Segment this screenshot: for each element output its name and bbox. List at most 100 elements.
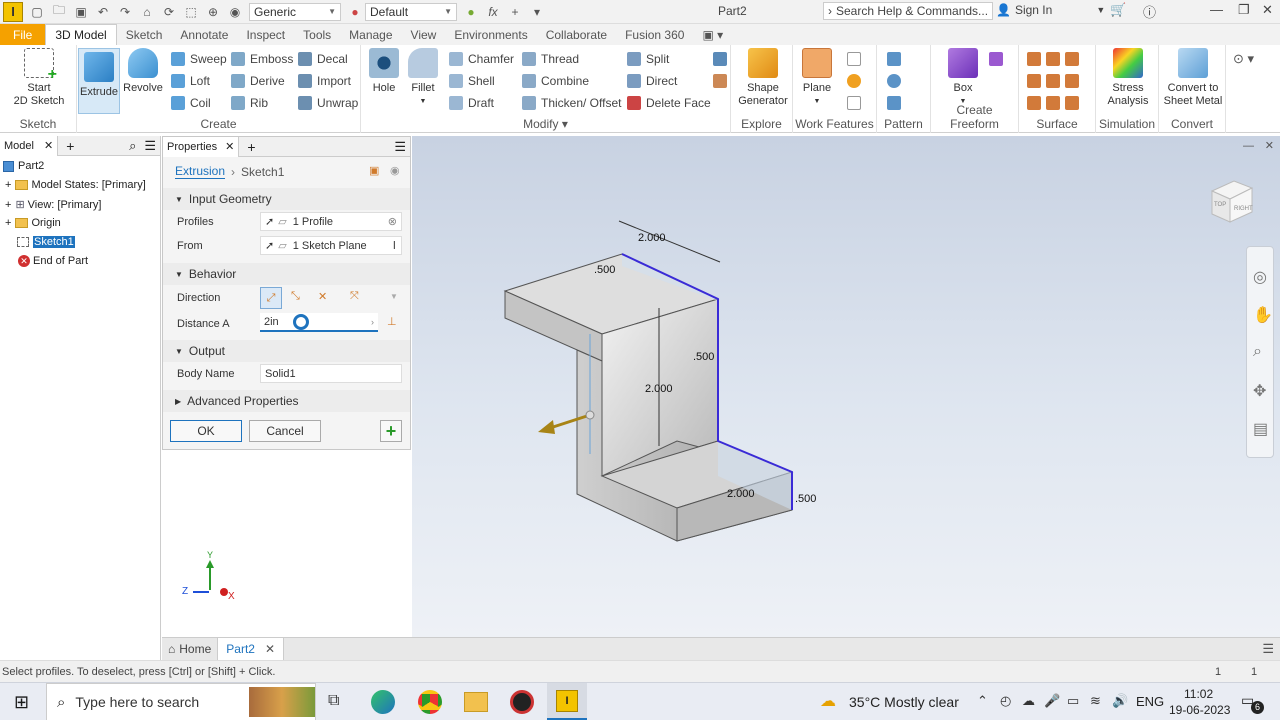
expand-icon[interactable]: + — [5, 199, 11, 211]
direction-symmetric-icon[interactable]: ✕ — [318, 290, 327, 303]
chamfer-button[interactable]: Chamfer — [449, 52, 514, 66]
tab-collaborate[interactable]: Collaborate — [537, 24, 616, 45]
tray-icon-1[interactable]: ◴ — [1000, 693, 1011, 709]
cart-icon[interactable]: 🛒 — [1110, 2, 1126, 18]
dim-top-width[interactable]: 2.000 — [638, 232, 666, 244]
tree-item-view[interactable]: + ⊞ View: [Primary] — [5, 198, 101, 212]
weather-icon[interactable]: ☁ — [820, 691, 836, 711]
apply-add-button[interactable]: + — [380, 420, 402, 442]
axis-button[interactable] — [847, 52, 866, 66]
clear-profiles-icon[interactable]: ⊗ — [388, 215, 397, 228]
shell-button[interactable]: Shell — [449, 74, 495, 88]
tree-item-origin[interactable]: + Origin — [5, 217, 61, 229]
preset-icon[interactable]: ▣ — [369, 164, 379, 177]
modify-extra-2-icon[interactable] — [713, 74, 732, 88]
redo-icon[interactable]: ↷ — [117, 4, 133, 20]
combine-button[interactable]: Combine — [522, 74, 589, 88]
profiles-selector[interactable]: ➚ ▱ 1 Profile ⊗ — [260, 212, 402, 231]
close-doc-tab-icon[interactable]: ✕ — [265, 642, 275, 656]
direction-flipped-icon[interactable]: ⤡ — [291, 290, 300, 303]
dim-bottom-thickness[interactable]: .500 — [795, 493, 816, 505]
hole-button[interactable]: Hole — [367, 48, 401, 95]
ucs-button[interactable] — [847, 96, 866, 110]
update-icon[interactable]: ⟳ — [161, 4, 177, 20]
unwrap-button[interactable]: Unwrap — [298, 96, 358, 110]
tab-3d-model[interactable]: 3D Model — [45, 24, 117, 45]
dim-top-thickness[interactable]: .500 — [594, 264, 615, 276]
tree-item-end-of-part[interactable]: ✕ End of Part — [18, 255, 88, 267]
inventor-taskbar-button[interactable]: I — [547, 683, 587, 720]
add-icon[interactable]: + — [507, 4, 523, 20]
steering-wheel-icon[interactable]: ◎ — [1253, 267, 1267, 287]
delete-face-button[interactable]: Delete Face — [627, 96, 711, 110]
extrude-button[interactable]: Extrude — [78, 48, 120, 114]
doc-tabs-menu-icon[interactable]: ☰ — [1262, 638, 1274, 660]
ribbon-options-icon[interactable]: ▣ ▾ — [693, 24, 732, 45]
dim-web-thickness[interactable]: .500 — [693, 351, 714, 363]
thread-button[interactable]: Thread — [522, 52, 579, 66]
properties-menu-icon[interactable]: ☰ — [394, 139, 406, 155]
close-window-icon[interactable]: ✕ — [1262, 2, 1273, 18]
obs-studio-icon[interactable] — [510, 690, 534, 714]
expand-icon[interactable]: + — [5, 179, 11, 191]
edge-browser-icon[interactable] — [371, 690, 395, 714]
section-input-geometry[interactable]: ▼ Input Geometry — [163, 188, 410, 210]
measure-icon[interactable]: ⊕ — [205, 4, 221, 20]
start-2d-sketch-button[interactable]: + Start 2D Sketch — [10, 48, 68, 108]
file-explorer-icon[interactable] — [464, 692, 488, 712]
split-button[interactable]: Split — [627, 52, 669, 66]
home-icon[interactable]: ⌂ — [139, 4, 155, 20]
look-at-icon[interactable]: ▤ — [1253, 419, 1268, 439]
close-browser-icon[interactable]: ✕ — [44, 139, 53, 152]
tab-environments[interactable]: Environments — [445, 24, 536, 45]
import-button[interactable]: Import — [298, 74, 351, 88]
expand-icon[interactable]: + — [5, 217, 11, 229]
ok-button[interactable]: OK — [170, 420, 242, 442]
cancel-button[interactable]: Cancel — [249, 420, 321, 442]
language-indicator[interactable]: ENG — [1136, 694, 1164, 709]
modify-extra-1-icon[interactable] — [713, 52, 732, 66]
part2-doc-tab[interactable]: Part2 ✕ — [217, 638, 285, 660]
open-folder-icon[interactable]: 🗀 — [51, 3, 67, 20]
viewcube-right-face[interactable]: RIGHT — [1234, 206, 1253, 212]
distance-a-input[interactable]: 2in › — [260, 313, 378, 332]
freeform-extra-icon[interactable] — [989, 52, 1008, 66]
tab-tools[interactable]: Tools — [294, 24, 340, 45]
viewcube-top-face[interactable]: TOP — [1214, 202, 1226, 208]
point-button[interactable] — [847, 74, 866, 88]
shape-generator-button[interactable]: Shape Generator — [735, 48, 791, 108]
properties-tab[interactable]: Properties ✕ — [163, 136, 240, 157]
tray-chevron-icon[interactable]: ⌃ — [977, 693, 988, 709]
battery-icon[interactable]: ▭ — [1067, 693, 1079, 709]
dim-bottom-width[interactable]: 2.000 — [727, 488, 755, 500]
inventor-logo-icon[interactable]: I — [3, 1, 23, 22]
circular-pattern-button[interactable] — [887, 74, 906, 88]
tree-item-model-states[interactable]: + Model States: [Primary] — [5, 179, 146, 191]
fillet-button[interactable]: Fillet ▼ — [405, 48, 441, 108]
browser-menu-icon[interactable]: ☰ — [144, 138, 156, 154]
loft-button[interactable]: Loft — [171, 74, 210, 88]
stress-analysis-button[interactable]: Stress Analysis — [1100, 48, 1156, 108]
task-view-icon[interactable]: ⧉ — [328, 692, 339, 710]
tree-item-sketch1[interactable]: Sketch1 — [17, 236, 75, 248]
body-name-input[interactable]: Solid1 — [260, 364, 402, 383]
home-tab[interactable]: ⌂ Home — [162, 638, 217, 660]
sign-in-button[interactable]: 👤 Sign In ▼ — [996, 3, 1105, 17]
material-ball-icon[interactable]: ◉ — [227, 4, 243, 20]
appearance-dropdown[interactable]: Default ▼ — [365, 2, 457, 21]
panel-label-modify[interactable]: Modify ▾ — [361, 117, 730, 131]
undo-icon[interactable]: ↶ — [95, 4, 111, 20]
viewport-close-icon[interactable]: ✕ — [1265, 139, 1274, 152]
surface-btn-3[interactable] — [1027, 96, 1084, 110]
direct-button[interactable]: Direct — [627, 74, 677, 88]
section-output[interactable]: ▼ Output — [163, 340, 410, 362]
viewport-minimize-icon[interactable]: — — [1243, 140, 1254, 152]
appearance-ball-icon[interactable]: ● — [347, 4, 363, 20]
microphone-icon[interactable]: 🎤 — [1044, 693, 1060, 709]
new-file-icon[interactable]: ▢ — [29, 4, 45, 20]
preview-eye-icon[interactable]: ◉ — [390, 164, 400, 177]
box-button[interactable]: Box ▼ — [945, 48, 981, 108]
plane-button[interactable]: Plane ▼ — [799, 48, 835, 108]
rib-button[interactable]: Rib — [231, 96, 268, 110]
close-properties-icon[interactable]: ✕ — [225, 140, 234, 153]
